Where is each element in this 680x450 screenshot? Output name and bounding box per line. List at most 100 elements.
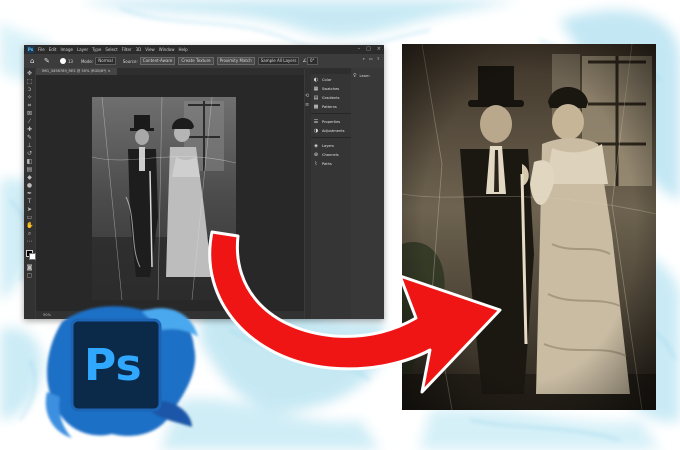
brush-size-value[interactable]: 13 xyxy=(68,59,73,64)
panel-color-label: Color xyxy=(322,78,332,82)
panel-channels-label: Channels xyxy=(322,153,339,157)
learn-tab[interactable]: 💡︎ Learn xyxy=(353,73,370,79)
panel-layers[interactable]: ◈ Layers xyxy=(313,142,334,150)
menu-type[interactable]: Type xyxy=(92,47,101,52)
eraser-tool-icon[interactable]: ◧ xyxy=(26,158,33,165)
panel-properties[interactable]: ☰ Properties xyxy=(313,118,340,126)
menu-image[interactable]: Image xyxy=(60,47,73,52)
color-icon: ◐ xyxy=(313,77,319,83)
document-tab[interactable]: IMG_3456789_RES @ 50% (RGB/8*) × xyxy=(36,68,117,75)
hand-tool-icon[interactable]: ✋ xyxy=(26,222,33,229)
panel-properties-label: Properties xyxy=(322,120,341,124)
panel-channels[interactable]: ⊛ Channels xyxy=(313,151,339,159)
menu-3d[interactable]: 3D xyxy=(136,47,142,52)
history-icon[interactable]: ⟲ xyxy=(305,93,309,99)
background-color-swatch[interactable] xyxy=(29,253,36,260)
panel-patterns[interactable]: ▩ Patterns xyxy=(313,103,337,111)
close-icon[interactable]: × xyxy=(377,46,381,53)
panel-gradients-label: Gradients xyxy=(322,96,340,100)
quick-mask-icon[interactable]: ◙ xyxy=(26,264,33,271)
tools-panel: ✥ ⬚ ↄ ✧ ⌗ ⊠ ⁄ ✚ ✎ ⊥ ↺ ◧ ▤ ◆ ● ✒ T ➤ ▭ ✋ … xyxy=(24,68,36,319)
menu-select[interactable]: Select xyxy=(105,47,117,52)
options-bar: ⌂ ✎ 13 Mode: Normal Source: Content-Awar… xyxy=(24,54,384,69)
create-texture-button[interactable]: Create Texture xyxy=(178,57,214,65)
panel-patterns-label: Patterns xyxy=(322,105,337,109)
rectangle-tool-icon[interactable]: ▭ xyxy=(26,214,33,221)
marquee-tool-icon[interactable]: ⬚ xyxy=(26,78,33,85)
learn-label: Learn xyxy=(359,74,370,78)
zoom-tool-icon[interactable]: ⌕ xyxy=(26,230,33,237)
menu-layer[interactable]: Layer xyxy=(77,47,88,52)
type-tool-icon[interactable]: T xyxy=(26,198,33,205)
sample-all-layers-checkbox[interactable]: Sample All Layers xyxy=(257,57,300,65)
channels-icon: ⊛ xyxy=(313,152,319,158)
pen-tool-icon[interactable]: ✒ xyxy=(26,190,33,197)
healing-brush-tool-icon[interactable]: ✚ xyxy=(26,126,33,133)
swatches-icon: ▦ xyxy=(313,86,319,92)
document-tab-bar: IMG_3456789_RES @ 50% (RGB/8*) × xyxy=(36,68,304,75)
menu-file[interactable]: File xyxy=(38,47,45,52)
panel-color[interactable]: ◐ Color xyxy=(313,76,332,84)
edit-toolbar-icon[interactable]: ⋯ xyxy=(26,238,33,245)
window-controls: – □ × xyxy=(358,46,381,53)
content-aware-button[interactable]: Content-Aware xyxy=(139,57,176,65)
properties-panel-icon: ☰ xyxy=(313,119,319,125)
paths-icon: ⌇ xyxy=(314,161,318,167)
brush-preview-icon[interactable] xyxy=(59,58,66,64)
history-brush-tool-icon[interactable]: ↺ xyxy=(26,150,33,157)
after-photo xyxy=(402,44,656,410)
panels-header xyxy=(311,68,351,74)
frame-tool-icon[interactable]: ⊠ xyxy=(26,110,33,117)
patterns-icon: ▩ xyxy=(313,104,319,110)
search-icon[interactable]: ⌕ xyxy=(363,56,365,61)
menu-window[interactable]: Window xyxy=(159,47,175,52)
gradients-icon: ▤ xyxy=(313,95,319,101)
eyedropper-tool-icon[interactable]: ⁄ xyxy=(26,118,33,125)
photoshop-logo: Ps xyxy=(45,306,198,438)
maximize-icon[interactable]: □ xyxy=(366,46,371,53)
before-photo xyxy=(92,97,236,300)
crop-tool-icon[interactable]: ⌗ xyxy=(26,102,33,109)
learn-panel: 💡︎ Learn xyxy=(351,68,384,319)
menu-bar: Ps File Edit Image Layer Type Select Fil… xyxy=(24,45,384,54)
mode-label: Mode: xyxy=(80,58,94,64)
proximity-match-button[interactable]: Proximity Match xyxy=(216,57,255,65)
panel-gradients[interactable]: ▤ Gradients xyxy=(313,94,340,102)
panel-adjustments[interactable]: ◑ Adjustments xyxy=(313,127,345,135)
panels-dock: ◐ Color ▦ Swatches ▤ Gradients ▩ Pattern… xyxy=(311,68,351,319)
home-icon[interactable]: ⌂ xyxy=(30,57,38,65)
photoshop-app-icon[interactable]: Ps xyxy=(27,46,34,53)
magic-wand-tool-icon[interactable]: ✧ xyxy=(26,94,33,101)
menu-edit[interactable]: Edit xyxy=(49,47,57,52)
screen-mode-icon[interactable]: ▢ xyxy=(26,272,33,279)
path-selection-tool-icon[interactable]: ➤ xyxy=(26,206,33,213)
panel-swatches[interactable]: ▦ Swatches xyxy=(313,85,340,93)
angle-field[interactable]: 0° xyxy=(306,57,318,65)
panel-paths-label: Paths xyxy=(322,162,332,166)
dodge-tool-icon[interactable]: ● xyxy=(26,182,33,189)
gradient-tool-icon[interactable]: ▤ xyxy=(26,166,33,173)
layers-icon: ◈ xyxy=(314,143,318,149)
ps-logo-text: Ps xyxy=(84,340,142,391)
panel-layers-label: Layers xyxy=(322,144,334,148)
clone-stamp-tool-icon[interactable]: ⊥ xyxy=(26,142,33,149)
mode-select[interactable]: Normal xyxy=(95,57,116,65)
panel-adjustments-label: Adjustments xyxy=(322,129,345,133)
adjustments-icon: ◑ xyxy=(313,128,319,134)
brush-tool-icon[interactable]: ✎ xyxy=(26,134,33,141)
properties-icon[interactable]: ≡ xyxy=(305,102,309,108)
menu-filter[interactable]: Filter xyxy=(122,47,132,52)
workspace-icon[interactable]: ▭ xyxy=(369,56,373,61)
minimize-icon[interactable]: – xyxy=(358,46,361,53)
panel-swatches-label: Swatches xyxy=(322,87,340,91)
move-tool-icon[interactable]: ✥ xyxy=(26,70,33,77)
source-label: Source: xyxy=(122,58,138,64)
lightbulb-icon: 💡︎ xyxy=(353,73,357,79)
lasso-tool-icon[interactable]: ↄ xyxy=(26,86,33,93)
blur-tool-icon[interactable]: ◆ xyxy=(26,174,33,181)
panel-paths[interactable]: ⌇ Paths xyxy=(313,160,332,168)
menu-help[interactable]: Help xyxy=(178,47,187,52)
healing-brush-icon[interactable]: ✎ xyxy=(44,57,50,65)
menu-view[interactable]: View xyxy=(145,47,155,52)
share-icon[interactable]: ⇪ xyxy=(377,56,380,61)
